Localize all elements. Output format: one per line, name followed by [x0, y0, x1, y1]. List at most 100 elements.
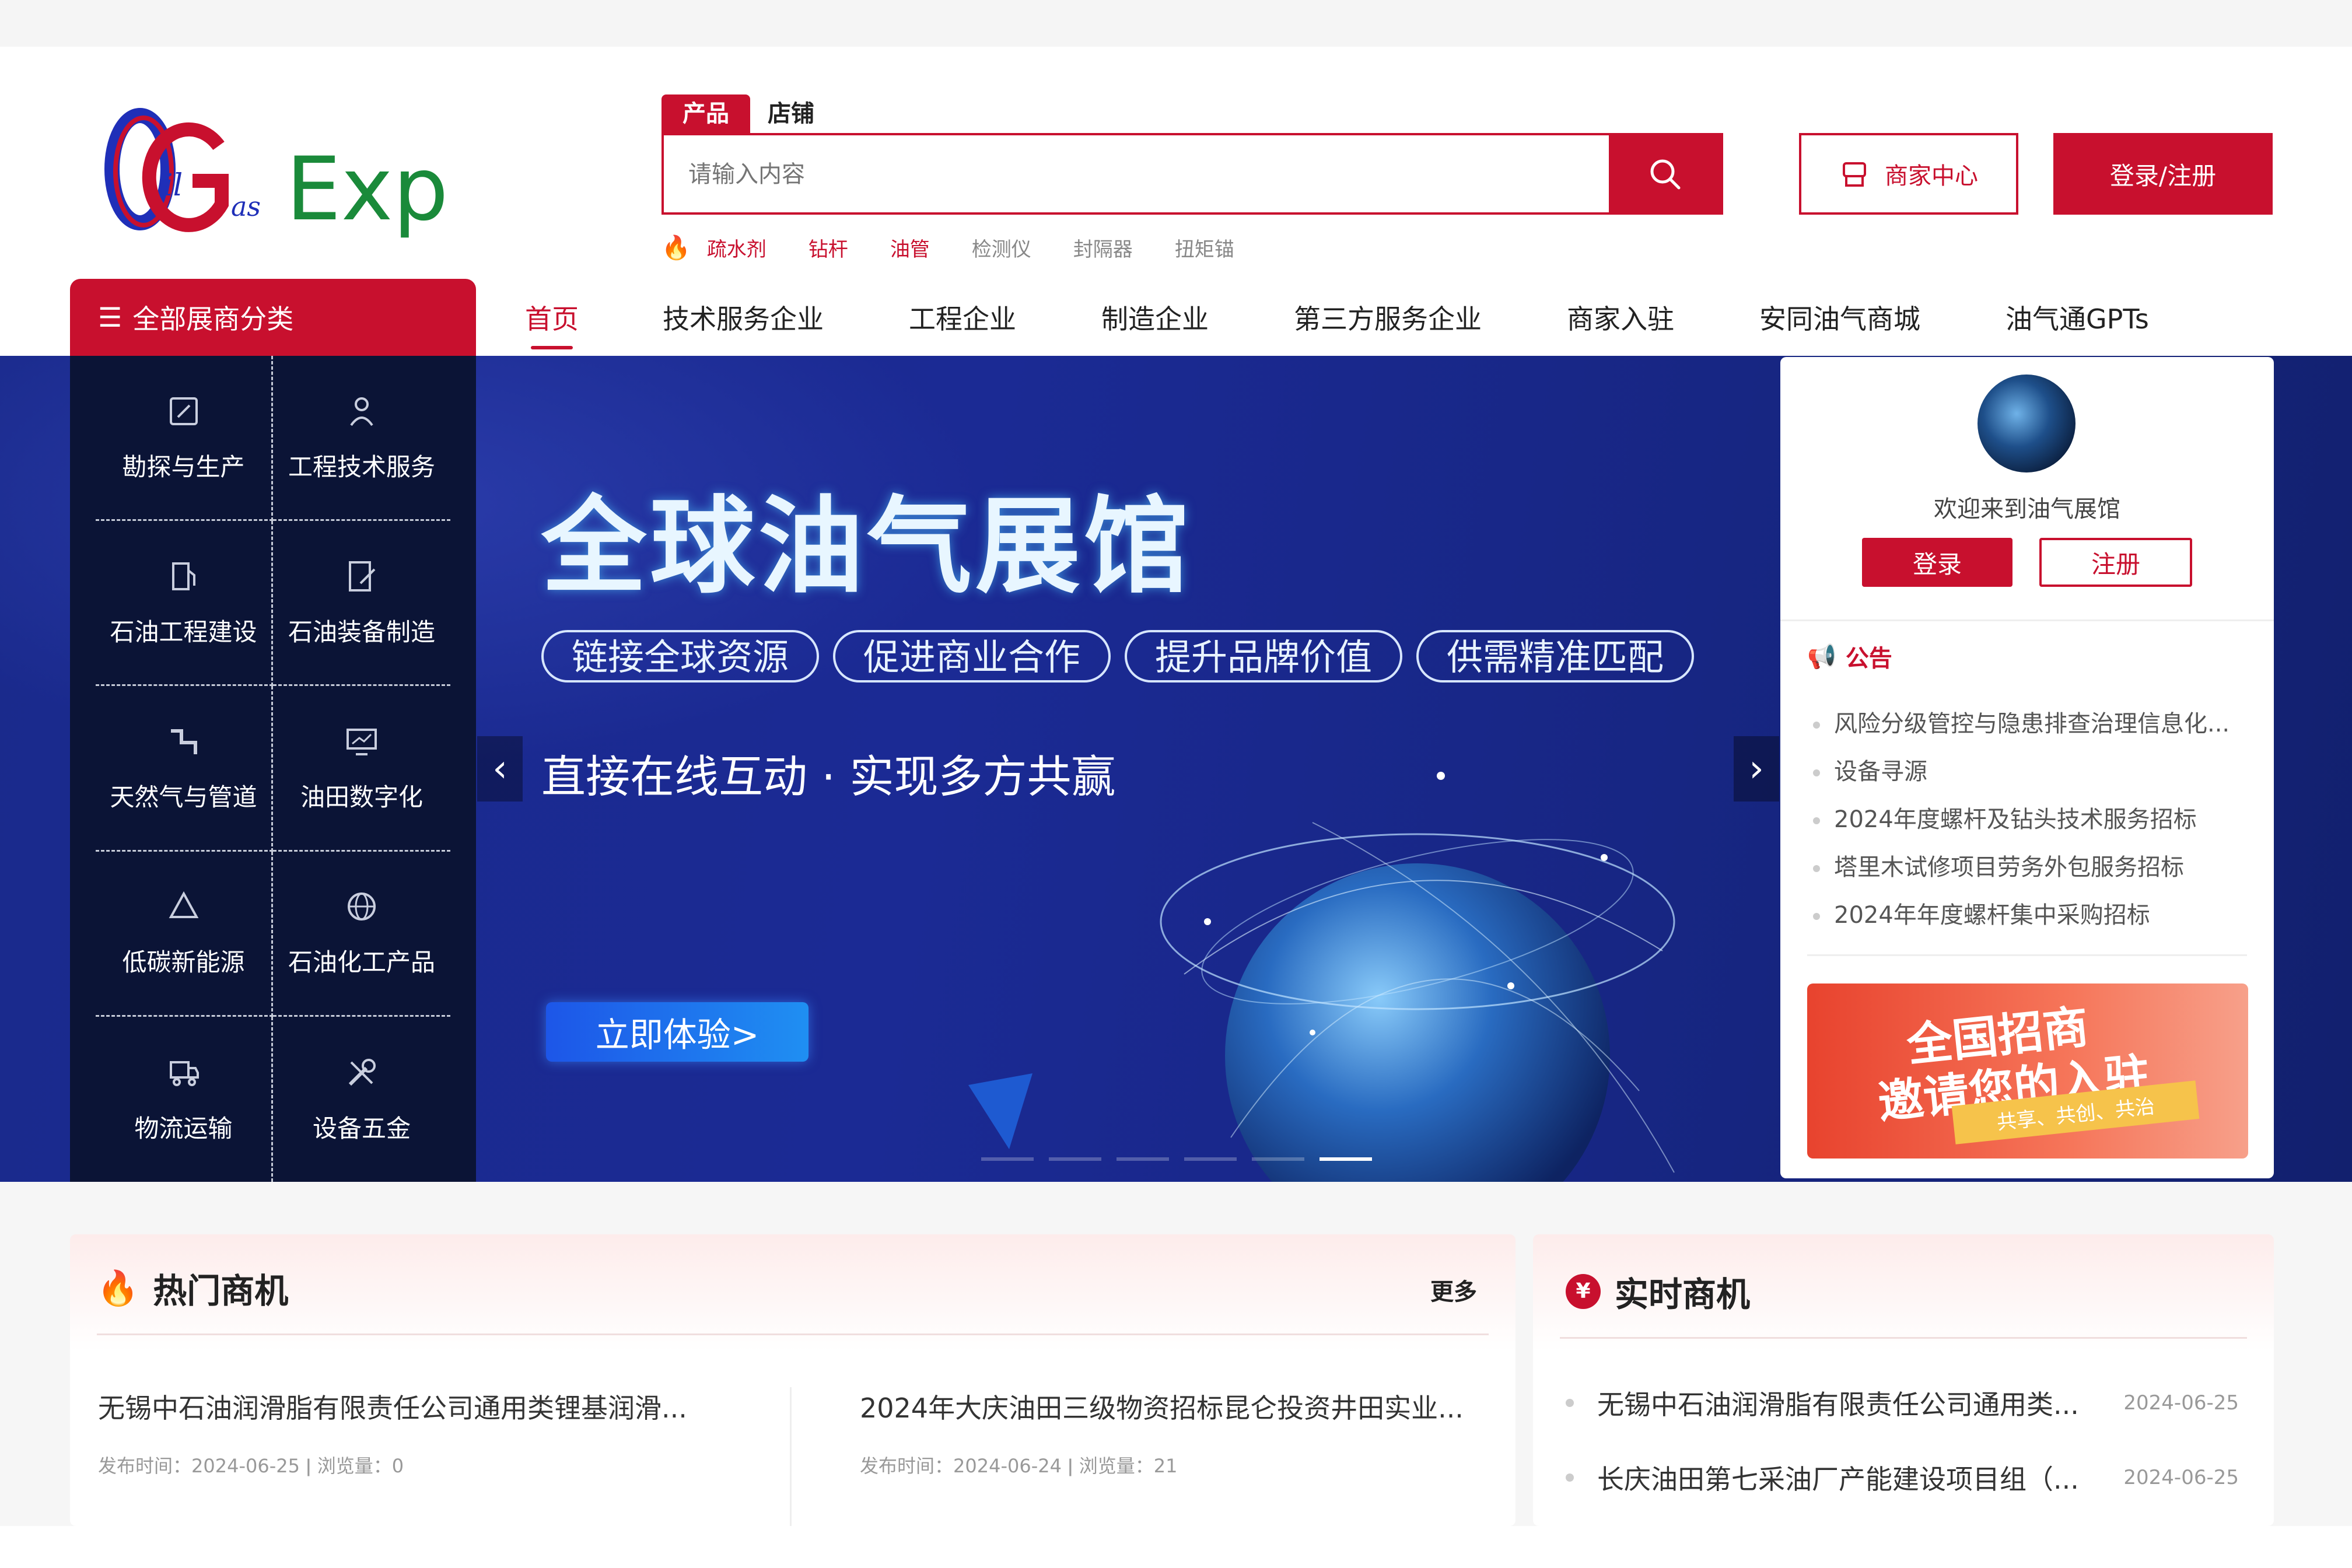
banner-slogan: 直接在线互动 · 实现多方共赢: [541, 751, 1116, 803]
notice-item[interactable]: 风险分级管控与隐患排查治理信息化...: [1813, 700, 2256, 748]
hot-keyword[interactable]: 检测仪: [972, 233, 1031, 262]
notice-list: 风险分级管控与隐患排查治理信息化... 设备寻源 2024年度螺杆及钻头技术服务…: [1813, 700, 2256, 939]
search-input[interactable]: [687, 135, 1646, 214]
hot-deal-meta: 发布时间：2024-06-24 ǀ 浏览量：21: [860, 1455, 1178, 1477]
banner-pill: 促进商业合作: [833, 630, 1111, 682]
avatar: [1978, 374, 2076, 473]
hot-deal-item[interactable]: 无锡中石油润滑脂有限责任公司通用类锂基润滑... 发布时间：2024-06-25…: [98, 1387, 705, 1478]
category-panel: 勘探与生产 工程技术服务 石油工程建设 石油装备制造 天然气与管道 油田数字化 …: [70, 356, 476, 1182]
welcome-text: 欢迎来到油气展馆: [1934, 496, 2120, 523]
banner-prev-arrow[interactable]: ‹: [477, 736, 523, 802]
carousel-dot[interactable]: [1049, 1157, 1101, 1161]
top-strip: [0, 0, 2352, 47]
hot-deal-item[interactable]: 2024年大庆油田三级物资招标昆仑投资井田实业... 发布时间：2024-06-…: [860, 1387, 1466, 1478]
search-tab-product[interactable]: 产品: [662, 94, 750, 133]
search-tab-store[interactable]: 店铺: [750, 94, 832, 133]
nav-item-tech-service[interactable]: 技术服务企业: [663, 298, 824, 337]
carousel-dots: [981, 1157, 1372, 1161]
hot-deals-heading: 🔥 热门商机: [97, 1264, 288, 1312]
store-icon: [1843, 162, 1866, 187]
category-label: 勘探与生产: [122, 452, 245, 481]
nav-item-manufacturing[interactable]: 制造企业: [1101, 298, 1209, 337]
tools-icon: [348, 1058, 376, 1086]
nav-item-home[interactable]: 首页: [525, 298, 579, 349]
menu-icon: ☰: [98, 302, 123, 333]
carousel-dot[interactable]: [981, 1157, 1034, 1161]
carousel-dot-active[interactable]: [1320, 1157, 1372, 1161]
divider: [790, 1387, 792, 1527]
globe-illustration: [1160, 772, 1675, 1182]
card-login-button[interactable]: 登录: [1862, 538, 2013, 587]
fuel-pump-icon: [172, 562, 195, 590]
search-button[interactable]: [1609, 135, 1721, 212]
category-petrochemical[interactable]: 石油化工产品: [273, 852, 450, 1017]
category-gas-pipeline[interactable]: 天然气与管道: [96, 686, 273, 852]
pipe-icon: [170, 729, 197, 754]
hot-keyword[interactable]: 扭矩锚: [1175, 233, 1234, 262]
main-nav: 首页 技术服务企业 工程企业 制造企业 第三方服务企业 商家入驻 安同油气商城 …: [525, 279, 2149, 356]
live-deals-heading: ¥ 实时商机: [1566, 1267, 1750, 1316]
category-logistics[interactable]: 物流运输: [96, 1016, 273, 1182]
edit-icon: [169, 397, 198, 425]
hot-keyword[interactable]: 钻杆: [808, 233, 848, 262]
nav-item-engineering[interactable]: 工程企业: [909, 298, 1016, 337]
notice-item[interactable]: 2024年年度螺杆集中采购招标: [1813, 891, 2256, 939]
notice-heading: 📢 公告: [1807, 639, 1892, 673]
notice-item[interactable]: 塔里木试修项目劳务外包服务招标: [1813, 844, 2256, 891]
login-register-button[interactable]: 登录/注册: [2053, 133, 2273, 215]
category-label: 设备五金: [312, 1114, 411, 1143]
card-register-button[interactable]: 注册: [2039, 538, 2192, 587]
notice-item[interactable]: 设备寻源: [1813, 748, 2256, 796]
user-card: 欢迎来到油气展馆 登录 注册 📢 公告 风险分级管控与隐患排查治理信息化... …: [1780, 357, 2274, 1178]
banner-title: 全球油气展馆: [541, 486, 1193, 608]
category-hardware[interactable]: 设备五金: [273, 1017, 450, 1182]
nav-item-merchant-join[interactable]: 商家入驻: [1567, 298, 1674, 337]
nav-item-gpts[interactable]: 油气通GPTs: [2006, 298, 2149, 337]
merchant-recruit-banner[interactable]: 全国招商 邀请您的入驻 共享、共创、共治: [1807, 984, 2248, 1158]
carousel-dot[interactable]: [1252, 1157, 1304, 1161]
notice-item[interactable]: 2024年度螺杆及钻头技术服务招标: [1813, 796, 2256, 844]
live-badge-icon: ¥: [1566, 1274, 1601, 1309]
live-deals-panel: ¥ 实时商机 无锡中石油润滑脂有限责任公司通用类... 2024-06-25 长…: [1533, 1234, 2274, 1526]
live-deal-item[interactable]: 无锡中石油润滑脂有限责任公司通用类... 2024-06-25: [1566, 1384, 2239, 1422]
category-engineering-service[interactable]: 工程技术服务: [273, 356, 450, 522]
carousel-dot[interactable]: [1184, 1157, 1237, 1161]
banner-next-arrow[interactable]: ›: [1734, 736, 1779, 802]
merchant-center-button[interactable]: 商家中心: [1799, 133, 2018, 215]
bullet: [1566, 1399, 1574, 1407]
hot-keyword[interactable]: 疏水剂: [707, 233, 766, 262]
category-petroleum-construction[interactable]: 石油工程建设: [96, 521, 273, 687]
live-deal-title: 无锡中石油润滑脂有限责任公司通用类...: [1597, 1389, 2079, 1420]
all-categories-button[interactable]: ☰ 全部展商分类: [70, 279, 476, 356]
hot-deals-panel: 🔥 热门商机 更多 无锡中石油润滑脂有限责任公司通用类锂基润滑... 发布时间：…: [70, 1234, 1516, 1527]
hot-deal-title: 无锡中石油润滑脂有限责任公司通用类锂基润滑...: [98, 1392, 687, 1424]
category-label: 物流运输: [134, 1114, 233, 1143]
live-deal-date: 2024-06-25: [2123, 1466, 2239, 1489]
live-deal-item[interactable]: 长庆油田第七采油厂产能建设项目组（... 2024-06-25: [1566, 1458, 2239, 1497]
site-logo[interactable]: il as Expo: [99, 105, 502, 245]
divider: [1807, 954, 2247, 956]
hot-keyword[interactable]: 封隔器: [1073, 233, 1133, 262]
hot-keyword[interactable]: 油管: [890, 233, 930, 262]
more-link[interactable]: 更多: [1430, 1273, 1477, 1307]
category-low-carbon[interactable]: 低碳新能源: [96, 851, 273, 1017]
category-oilfield-digital[interactable]: 油田数字化: [273, 686, 450, 852]
recycle-icon: [169, 891, 198, 919]
carousel-dot[interactable]: [1116, 1157, 1169, 1161]
search-icon: [1650, 159, 1681, 190]
hot-keywords: 🔥 疏水剂 钻杆 油管 检测仪 封隔器 扭矩锚: [662, 233, 1276, 262]
category-exploration[interactable]: 勘探与生产: [96, 356, 273, 522]
live-deal-date: 2024-06-25: [2123, 1391, 2239, 1415]
flame-icon: 🔥: [97, 1268, 139, 1308]
category-label: 工程技术服务: [288, 452, 435, 481]
fire-icon: 🔥: [662, 235, 691, 261]
all-categories-label: 全部展商分类: [132, 303, 294, 335]
truck-icon: [169, 1060, 199, 1086]
hot-deals-title: 热门商机: [153, 1271, 289, 1311]
svg-text:Expo: Expo: [286, 139, 449, 240]
category-equipment-manufacturing[interactable]: 石油装备制造: [273, 521, 450, 687]
megaphone-icon: 📢: [1807, 643, 1836, 670]
nav-item-mall[interactable]: 安同油气商城: [1759, 298, 1920, 337]
try-now-button[interactable]: 立即体验>: [546, 1002, 808, 1062]
nav-item-third-party[interactable]: 第三方服务企业: [1294, 298, 1482, 337]
